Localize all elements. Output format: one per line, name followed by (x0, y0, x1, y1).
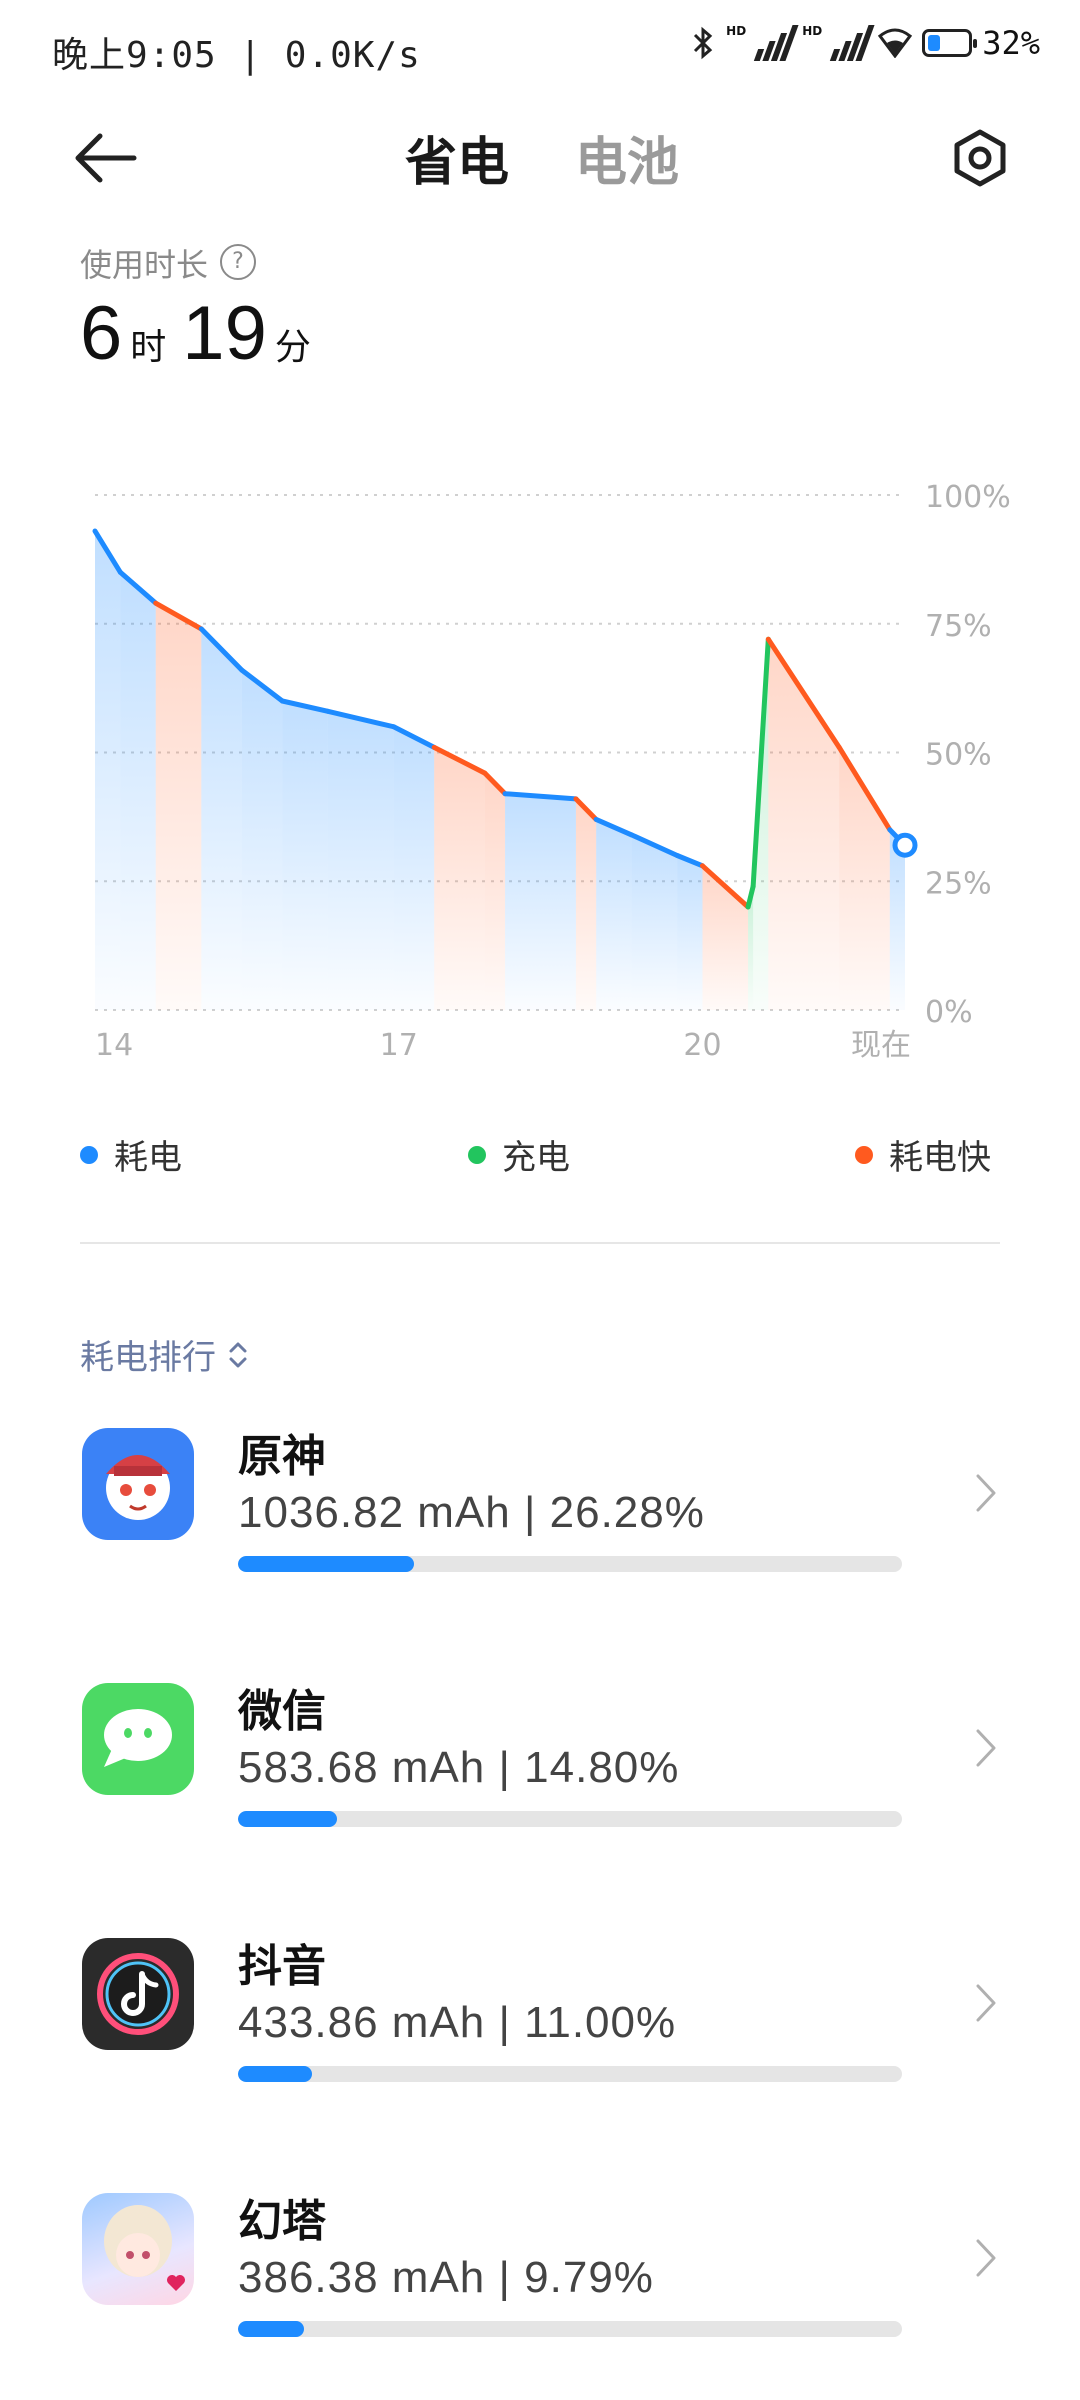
app-row-wechat[interactable]: 微信 583.68 mAh | 14.80% (0, 1665, 1080, 1865)
y-tick-label: 75% (925, 609, 992, 644)
ranking-title: 耗电排行 (80, 1338, 216, 1378)
usage-bar-track (238, 2066, 902, 2082)
chevron-right-icon (976, 1729, 996, 1767)
usage-hours: 6 (80, 291, 123, 376)
app-name: 抖音 (238, 1941, 326, 1992)
x-tick-label: 14 (95, 1028, 133, 1063)
douyin-icon (82, 1938, 194, 2050)
usage-bar-track (238, 1556, 902, 1572)
legend-label-fast-drain: 耗电快 (889, 1138, 991, 1178)
usage-minutes: 19 (182, 291, 267, 376)
usage-bar-track (238, 1811, 902, 1827)
help-icon[interactable]: ? (220, 244, 256, 280)
app-name: 原神 (238, 1431, 326, 1482)
usage-duration-label: 使用时长 (80, 246, 209, 284)
app-row-genshin[interactable]: 原神 1036.82 mAh | 26.28% (0, 1410, 1080, 1610)
area-segment (505, 793, 576, 1010)
usage-duration: 6 时 19 分 (80, 290, 311, 377)
area-segment (434, 747, 485, 1010)
area-segment (241, 670, 283, 1010)
usage-bar-track (238, 2321, 902, 2337)
ranking-sort-toggle[interactable]: 耗电排行 (80, 1330, 250, 1379)
signal-1-icon (754, 25, 799, 61)
tower-of-fantasy-icon (82, 2193, 194, 2305)
x-tick-label: 17 (380, 1028, 418, 1063)
app-row-tower-of-fantasy[interactable]: 幻塔 386.38 mAh | 9.79% (0, 2175, 1080, 2375)
app-name: 幻塔 (238, 2196, 326, 2247)
usage-bar-fill (238, 1556, 414, 1572)
legend-dot-charge (468, 1145, 486, 1164)
area-segment (596, 819, 632, 1010)
status-bar: 晚上9:05 | 0.0K/s HD HD 32% (0, 0, 1080, 96)
y-tick-label: 25% (925, 866, 992, 901)
battery-text: 32% (982, 24, 1040, 62)
y-tick-label: 100% (925, 480, 1011, 515)
battery-chart: 100% 75% 50% 25% 0% 14 17 20 现在 (92, 480, 1011, 1063)
area-segment (631, 834, 678, 1010)
app-name: 微信 (238, 1686, 326, 1737)
area-segment (155, 603, 202, 1010)
app-usage: 583.68 mAh | 14.80% (238, 1743, 680, 1792)
x-tick-label: 20 (683, 1028, 721, 1063)
area-segment (677, 855, 703, 1010)
current-point-marker (892, 832, 918, 858)
legend-item-drain: 耗电 (80, 1130, 182, 1179)
usage-minutes-unit: 分 (274, 327, 311, 368)
y-tick-label: 50% (925, 738, 992, 773)
usage-hours-unit: 时 (130, 327, 167, 368)
status-icons: HD HD 32% (690, 24, 1040, 62)
hd-badge-1: HD (726, 24, 747, 38)
app-usage: 386.38 mAh | 9.79% (238, 2253, 654, 2302)
chevron-right-icon (976, 2239, 996, 2277)
app-row-douyin[interactable]: 抖音 433.86 mAh | 11.00% (0, 1920, 1080, 2120)
sort-updown-icon (229, 1342, 247, 1367)
battery-icon (922, 29, 978, 57)
signal-2-icon (830, 25, 875, 61)
legend-item-fast-drain: 耗电快 (855, 1130, 991, 1179)
area-segment (393, 726, 435, 1010)
area-segment (282, 701, 328, 1010)
divider (80, 1242, 1000, 1244)
chart-legend: 耗电 充电 耗电快 (0, 1130, 1080, 1190)
app-usage: 433.86 mAh | 11.00% (238, 1998, 677, 2047)
area-segment (201, 628, 242, 1010)
bluetooth-icon (694, 26, 713, 60)
legend-label-drain: 耗电 (114, 1138, 182, 1178)
app-usage: 1036.82 mAh | 26.28% (238, 1488, 705, 1537)
area-segment (327, 711, 394, 1010)
legend-item-charge: 充电 (468, 1130, 570, 1179)
legend-dot-drain (80, 1145, 98, 1164)
settings-icon[interactable] (950, 128, 1010, 188)
area-segment (484, 773, 506, 1010)
legend-dot-fast-drain (855, 1145, 873, 1164)
hd-badge-2: HD (802, 24, 823, 38)
genshin-icon (82, 1428, 194, 1540)
area-segment (95, 531, 121, 1010)
chevron-right-icon (976, 1474, 996, 1512)
chevron-right-icon (976, 1984, 996, 2022)
x-tick-label: 现在 (851, 1028, 911, 1063)
arrow-left-icon[interactable] (70, 128, 140, 188)
status-time-speed: 晚上9:05 | 0.0K/s (52, 35, 421, 76)
legend-label-charge: 充电 (502, 1138, 570, 1178)
wechat-icon (82, 1683, 194, 1795)
wifi-icon (878, 28, 913, 58)
tab-battery[interactable]: 电池 (575, 120, 679, 195)
area-segment (120, 572, 156, 1010)
header: 省电 电池 (0, 110, 1080, 210)
usage-bar-fill (238, 2066, 312, 2082)
area-segment (575, 798, 597, 1010)
y-tick-label: 0% (925, 995, 973, 1030)
usage-bar-fill (238, 1811, 338, 1827)
tab-power-saving[interactable]: 省电 (405, 120, 509, 195)
usage-bar-fill (238, 2321, 304, 2337)
